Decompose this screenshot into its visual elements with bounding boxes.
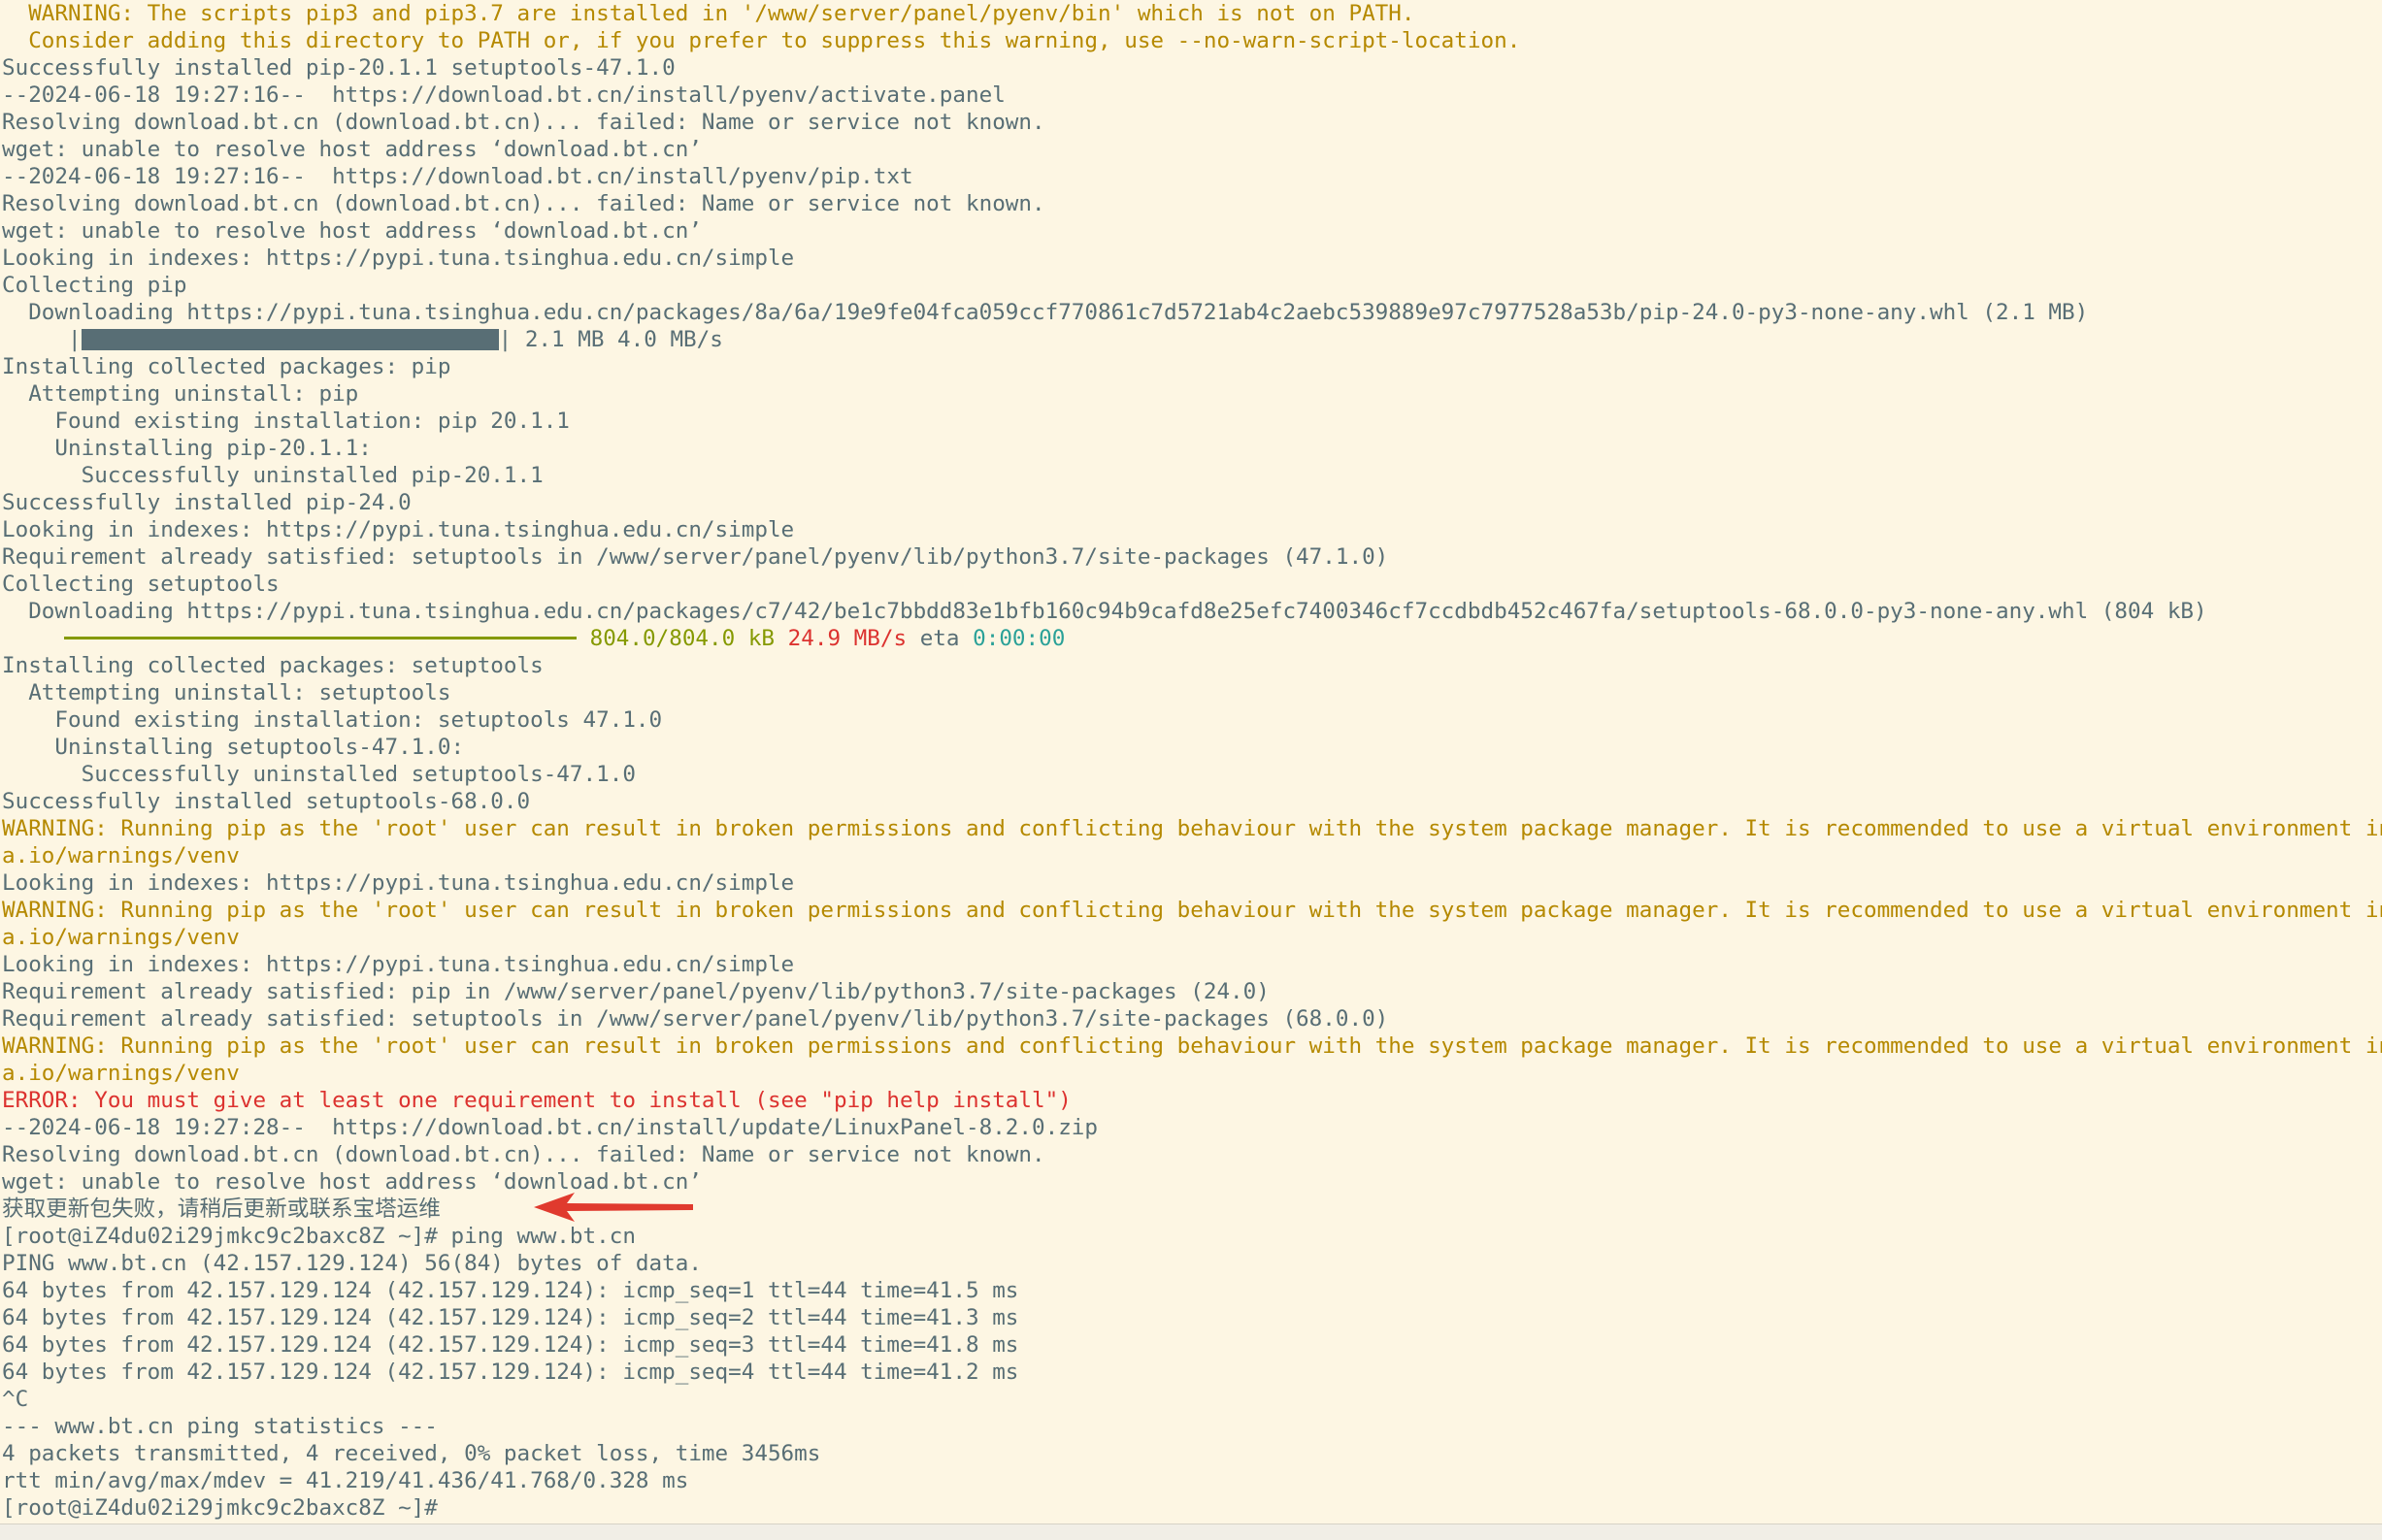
warning-line: WARNING: Running pip as the 'root' user … bbox=[2, 816, 2382, 841]
terminal-line: Downloading https://pypi.tuna.tsinghua.e… bbox=[2, 599, 2207, 624]
progress-eta: 0:00:00 bbox=[973, 626, 1066, 651]
warning-line: a.io/warnings/venv bbox=[2, 1061, 240, 1086]
terminal-line: Successfully installed pip-20.1.1 setupt… bbox=[2, 55, 676, 81]
terminal-line: Requirement already satisfied: setuptool… bbox=[2, 544, 1389, 570]
terminal-line: --2024-06-18 19:27:16-- https://download… bbox=[2, 82, 1006, 108]
terminal-line: Resolving download.bt.cn (download.bt.cn… bbox=[2, 191, 1045, 216]
warning-line: WARNING: Running pip as the 'root' user … bbox=[2, 1033, 2382, 1059]
terminal-line: ^C bbox=[2, 1387, 29, 1412]
progress-eta-label: eta bbox=[919, 626, 960, 651]
update-failed-message: 获取更新包失败，请稍后更新或联系宝塔运维 bbox=[2, 1196, 441, 1222]
terminal-line: Uninstalling setuptools-47.1.0: bbox=[2, 735, 465, 760]
terminal-line: Found existing installation: setuptools … bbox=[2, 707, 663, 733]
terminal-line: --2024-06-18 19:27:28-- https://download… bbox=[2, 1115, 1099, 1140]
terminal-line: Installing collected packages: setuptool… bbox=[2, 653, 544, 678]
terminal-output[interactable]: WARNING: The scripts pip3 and pip3.7 are… bbox=[0, 0, 2382, 1524]
progress-speed: 24.9 MB/s bbox=[787, 626, 908, 651]
terminal-line: Looking in indexes: https://pypi.tuna.ts… bbox=[2, 870, 795, 896]
terminal-bottom-border bbox=[0, 1524, 2382, 1540]
warning-line: WARNING: Running pip as the 'root' user … bbox=[2, 898, 2382, 923]
progress-size: 804.0/804.0 kB bbox=[577, 626, 776, 651]
terminal-line: wget: unable to resolve host address ‘do… bbox=[2, 218, 702, 244]
terminal-line: Downloading https://pypi.tuna.tsinghua.e… bbox=[2, 300, 2089, 325]
terminal-line: Uninstalling pip-20.1.1: bbox=[2, 436, 372, 461]
terminal-line: PING www.bt.cn (42.157.129.124) 56(84) b… bbox=[2, 1251, 702, 1276]
terminal-line: Successfully uninstalled setuptools-47.1… bbox=[2, 762, 636, 787]
terminal-line: WARNING: The scripts pip3 and pip3.7 are… bbox=[2, 1, 1415, 26]
terminal-line: Consider adding this directory to PATH o… bbox=[2, 28, 1521, 53]
terminal-line: Resolving download.bt.cn (download.bt.cn… bbox=[2, 1142, 1045, 1167]
terminal-line: Successfully installed setuptools-68.0.0 bbox=[2, 789, 531, 814]
terminal-line: Installing collected packages: pip bbox=[2, 354, 451, 379]
terminal-line: wget: unable to resolve host address ‘do… bbox=[2, 137, 702, 162]
arrow-left-icon bbox=[534, 1193, 693, 1222]
terminal-line: Collecting pip bbox=[2, 273, 187, 298]
pip-progress-line: | | 2.1 MB 4.0 MB/s bbox=[0, 326, 2382, 353]
terminal-line: Looking in indexes: https://pypi.tuna.ts… bbox=[2, 246, 795, 271]
error-line: ERROR: You must give at least one requir… bbox=[2, 1088, 1072, 1113]
setuptools-progress-line: 804.0/804.0 kB 24.9 MB/s eta 0:00:00 bbox=[0, 625, 2382, 652]
warning-line: a.io/warnings/venv bbox=[2, 925, 240, 950]
terminal-line: Looking in indexes: https://pypi.tuna.ts… bbox=[2, 952, 795, 977]
warning-line: a.io/warnings/venv bbox=[2, 843, 240, 868]
terminal-line: Found existing installation: pip 20.1.1 bbox=[2, 409, 570, 434]
progress-prefix: | bbox=[2, 327, 82, 352]
terminal-line: Collecting setuptools bbox=[2, 572, 280, 597]
terminal-line: Requirement already satisfied: setuptool… bbox=[2, 1006, 1389, 1032]
progress-suffix: | 2.1 MB 4.0 MB/s bbox=[498, 327, 723, 352]
terminal-line: wget: unable to resolve host address ‘do… bbox=[2, 1169, 702, 1195]
terminal-line: 64 bytes from 42.157.129.124 (42.157.129… bbox=[2, 1360, 1019, 1385]
shell-prompt-current[interactable]: [root@iZ4du02i29jmkc9c2baxc8Z ~]# bbox=[0, 1494, 2382, 1522]
terminal-line: 64 bytes from 42.157.129.124 (42.157.129… bbox=[2, 1305, 1019, 1330]
setuptools-progress-bar bbox=[64, 637, 577, 639]
terminal-line: Resolving download.bt.cn (download.bt.cn… bbox=[2, 110, 1045, 135]
terminal-line: Attempting uninstall: setuptools bbox=[2, 680, 451, 705]
terminal-line: rtt min/avg/max/mdev = 41.219/41.436/41.… bbox=[2, 1468, 689, 1493]
terminal-line: Successfully installed pip-24.0 bbox=[2, 490, 412, 515]
terminal-line: Looking in indexes: https://pypi.tuna.ts… bbox=[2, 517, 795, 542]
terminal-line: 64 bytes from 42.157.129.124 (42.157.129… bbox=[2, 1332, 1019, 1358]
shell-prompt-line: [root@iZ4du02i29jmkc9c2baxc8Z ~]# ping w… bbox=[2, 1224, 636, 1249]
terminal-line: --- www.bt.cn ping statistics --- bbox=[2, 1414, 438, 1439]
terminal-line: 64 bytes from 42.157.129.124 (42.157.129… bbox=[2, 1278, 1019, 1303]
terminal-line: 4 packets transmitted, 4 received, 0% pa… bbox=[2, 1441, 821, 1466]
terminal-line: Successfully uninstalled pip-20.1.1 bbox=[2, 463, 544, 488]
terminal-line: Attempting uninstall: pip bbox=[2, 381, 359, 407]
pip-progress-bar bbox=[81, 329, 499, 350]
terminal-line: Requirement already satisfied: pip in /w… bbox=[2, 979, 1270, 1004]
terminal-line: --2024-06-18 19:27:16-- https://download… bbox=[2, 164, 913, 189]
